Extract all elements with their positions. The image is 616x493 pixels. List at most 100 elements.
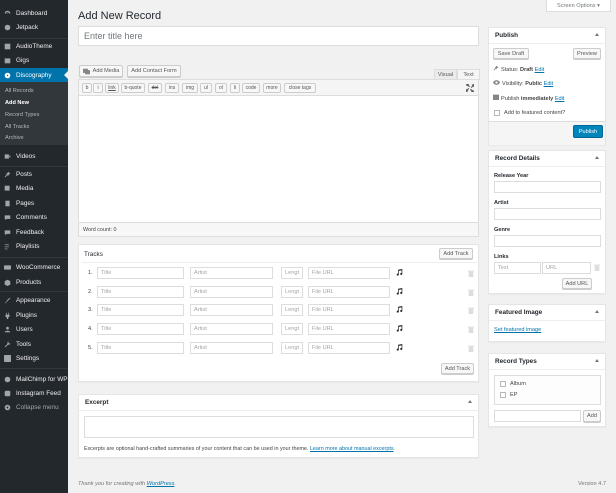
track-file-input[interactable]: File URL xyxy=(308,286,390,298)
track-length-input[interactable]: Lengt xyxy=(281,286,303,298)
track-file-input[interactable]: File URL xyxy=(308,267,390,279)
menu-appearance[interactable]: Appearance xyxy=(0,293,68,307)
qt-italic-button[interactable]: i xyxy=(93,83,103,93)
artist-input[interactable] xyxy=(494,208,601,220)
excerpt-header[interactable]: Excerpt xyxy=(79,395,478,411)
qt-del-button[interactable]: del xyxy=(148,83,162,93)
excerpt-textarea[interactable] xyxy=(84,416,474,438)
menu-pages[interactable]: Pages xyxy=(0,196,68,210)
collapse-caret-icon[interactable] xyxy=(595,310,599,313)
menu-posts[interactable]: Posts xyxy=(0,167,68,181)
track-length-input[interactable]: Lengt xyxy=(281,323,303,335)
qt-bold-button[interactable]: b xyxy=(82,83,92,93)
add-track-button-bottom[interactable]: Add Track xyxy=(441,363,474,374)
qt-ul-button[interactable]: ul xyxy=(200,83,212,93)
add-contact-form-button[interactable]: Add Contact Form xyxy=(127,65,181,77)
set-featured-image-link[interactable]: Set featured image xyxy=(494,327,541,333)
track-title-input[interactable]: Title xyxy=(97,323,184,335)
track-title-input[interactable]: Title xyxy=(97,267,184,279)
menu-discography[interactable]: Discography xyxy=(0,68,68,82)
menu-audiotheme[interactable]: AudioTheme xyxy=(0,39,68,53)
screen-options-button[interactable]: Screen Options ▾ xyxy=(546,0,611,12)
submenu-record-types[interactable]: Record Types xyxy=(0,109,68,121)
add-record-type-button[interactable]: Add xyxy=(583,410,601,422)
menu-woocommerce[interactable]: WooCommerce xyxy=(0,260,68,274)
menu-playlists[interactable]: Playlists xyxy=(0,239,68,253)
music-note-icon[interactable] xyxy=(396,306,403,313)
wordpress-link[interactable]: WordPress xyxy=(147,481,175,487)
track-artist-input[interactable]: Artist xyxy=(190,304,273,316)
menu-instagram[interactable]: Instagram Feed xyxy=(0,386,68,400)
track-artist-input[interactable]: Artist xyxy=(190,286,273,298)
music-note-icon[interactable] xyxy=(396,288,403,295)
menu-comments[interactable]: Comments xyxy=(0,210,68,224)
collapse-caret-icon[interactable] xyxy=(595,156,599,159)
collapse-caret-icon[interactable] xyxy=(595,359,599,362)
trash-icon[interactable] xyxy=(468,326,474,333)
featured-image-header[interactable]: Featured Image xyxy=(489,305,605,321)
submenu-archive[interactable]: Archive xyxy=(0,132,68,144)
music-note-icon[interactable] xyxy=(396,269,403,276)
music-note-icon[interactable] xyxy=(396,325,403,332)
record-type-album-checkbox[interactable] xyxy=(500,381,506,387)
qt-code-button[interactable]: code xyxy=(242,83,260,93)
save-draft-button[interactable]: Save Draft xyxy=(493,48,529,59)
qt-img-button[interactable]: img xyxy=(182,83,198,93)
track-length-input[interactable]: Lengt xyxy=(281,304,303,316)
link-url-input[interactable]: URL xyxy=(542,262,591,274)
edit-status-link[interactable]: Edit xyxy=(535,67,545,73)
qt-bquote-button[interactable]: b-quote xyxy=(121,83,145,93)
new-record-type-input[interactable] xyxy=(494,410,581,422)
submenu-add-new[interactable]: Add New xyxy=(0,97,68,109)
track-length-input[interactable]: Lengt xyxy=(281,342,303,354)
trash-icon[interactable] xyxy=(468,289,474,296)
qt-link-button[interactable]: link xyxy=(105,83,119,93)
menu-feedback[interactable]: Feedback xyxy=(0,225,68,239)
menu-gigs[interactable]: Gigs xyxy=(0,53,68,67)
trash-icon[interactable] xyxy=(468,345,474,352)
record-types-header[interactable]: Record Types xyxy=(489,354,605,370)
menu-plugins[interactable]: Plugins xyxy=(0,308,68,322)
collapse-caret-icon[interactable] xyxy=(595,33,599,36)
menu-products[interactable]: Products xyxy=(0,275,68,289)
menu-dashboard[interactable]: Dashboard xyxy=(0,6,68,20)
menu-mailchimp[interactable]: MailChimp for WP xyxy=(0,372,68,386)
qt-close-tags-button[interactable]: close tags xyxy=(284,83,316,93)
excerpt-learn-more-link[interactable]: Learn more about manual excerpts xyxy=(310,446,394,452)
menu-media[interactable]: Media xyxy=(0,181,68,195)
submenu-all-records[interactable]: All Records xyxy=(0,85,68,97)
preview-button[interactable]: Preview xyxy=(573,48,601,59)
featured-content-checkbox[interactable] xyxy=(494,110,500,116)
menu-settings[interactable]: Settings xyxy=(0,351,68,365)
genre-input[interactable] xyxy=(494,235,601,247)
add-media-button[interactable]: Add Media xyxy=(79,65,123,77)
publish-button[interactable]: Publish xyxy=(573,125,603,138)
record-details-header[interactable]: Record Details xyxy=(489,151,605,167)
track-file-input[interactable]: File URL xyxy=(308,323,390,335)
qt-li-button[interactable]: li xyxy=(230,83,240,93)
trash-icon[interactable] xyxy=(468,270,474,277)
publish-header[interactable]: Publish xyxy=(489,28,605,44)
qt-ins-button[interactable]: ins xyxy=(165,83,179,93)
track-title-input[interactable]: Title xyxy=(97,286,184,298)
menu-users[interactable]: Users xyxy=(0,322,68,336)
trash-icon[interactable] xyxy=(594,264,600,271)
track-title-input[interactable]: Title xyxy=(97,342,184,354)
edit-visibility-link[interactable]: Edit xyxy=(544,81,554,87)
menu-jetpack[interactable]: Jetpack xyxy=(0,20,68,34)
track-title-input[interactable]: Title xyxy=(97,304,184,316)
link-text-input[interactable]: Text xyxy=(494,262,541,274)
qt-more-button[interactable]: more xyxy=(263,83,281,93)
menu-collapse[interactable]: Collapse menu xyxy=(0,400,68,414)
menu-videos[interactable]: Videos xyxy=(0,149,68,163)
track-artist-input[interactable]: Artist xyxy=(190,323,273,335)
track-file-input[interactable]: File URL xyxy=(308,342,390,354)
title-input[interactable]: Enter title here xyxy=(78,26,479,46)
add-track-button-top[interactable]: Add Track xyxy=(439,248,473,259)
track-artist-input[interactable]: Artist xyxy=(190,342,273,354)
fullscreen-icon[interactable] xyxy=(466,84,474,92)
add-url-button[interactable]: Add URL xyxy=(562,278,592,289)
edit-schedule-link[interactable]: Edit xyxy=(555,96,565,102)
track-artist-input[interactable]: Artist xyxy=(190,267,273,279)
collapse-caret-icon[interactable] xyxy=(468,400,472,403)
